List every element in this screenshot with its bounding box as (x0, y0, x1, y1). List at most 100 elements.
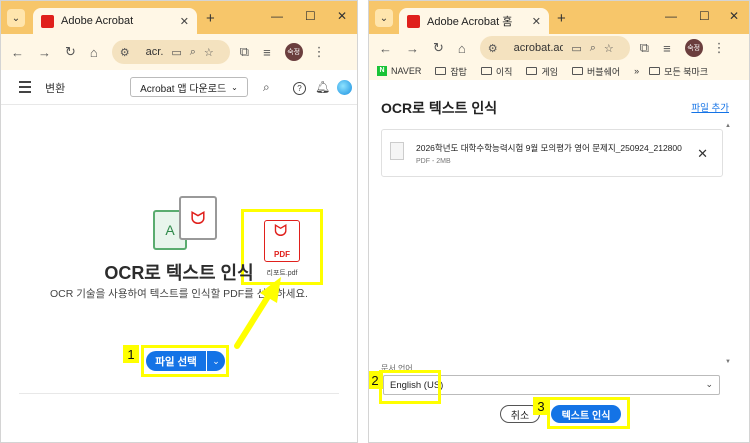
maximize-button[interactable]: ☐ (699, 9, 710, 23)
home-icon[interactable]: ⌂ (90, 45, 98, 60)
select-file-button[interactable]: 파일 선택 (146, 351, 206, 371)
bookmark-all[interactable]: 모든 북마크 (649, 65, 708, 78)
bell-icon[interactable]: 🔔︎ (315, 80, 330, 94)
address-bar[interactable]: ⚙ acr... ▭ ⌕ ☆ (111, 40, 230, 64)
bookmark-folder[interactable]: 게임 (526, 65, 558, 78)
address-bar[interactable]: ⚙ acrobat.ado... ▭ ⌕ ☆ (479, 36, 630, 60)
close-window-button[interactable]: ✕ (337, 9, 347, 23)
page-description: OCR 기술을 사용하여 텍스트를 인식할 PDF를 선택하세요. (50, 288, 308, 300)
download-app-label: Acrobat 앱 다운로드 (140, 83, 227, 95)
bookmarks-bar: N NAVER 잡탑 이직 게임 버블쉐어 » 모든 북마크 (369, 62, 749, 80)
folder-icon (435, 67, 447, 75)
profile-avatar[interactable]: 숙정 (684, 39, 703, 57)
tab-search-button[interactable]: ⌄ (7, 9, 25, 27)
pdf-doc-icon: ᗢ (179, 196, 217, 240)
tab-search-button[interactable]: ⌄ (375, 9, 393, 27)
divider (19, 393, 339, 394)
step-badge-2: 2 (369, 371, 383, 389)
convert-label: 변환 (45, 83, 66, 95)
select-file-dropdown-icon[interactable]: ⌄ (207, 351, 225, 371)
recognize-text-button[interactable]: 텍스트 인식 (551, 405, 621, 423)
more-menu-icon[interactable]: ⋮ (313, 44, 326, 60)
tab-title: Adobe Acrobat (61, 15, 134, 27)
maximize-button[interactable]: ☐ (305, 9, 316, 23)
scroll-down-icon[interactable]: ▼ (725, 359, 731, 365)
new-tab-button[interactable]: + (557, 10, 566, 27)
folder-icon (572, 67, 584, 75)
forward-icon[interactable]: → (38, 45, 51, 60)
bookmark-folder[interactable]: 잡탑 (435, 65, 467, 78)
new-tab-button[interactable]: + (206, 10, 215, 27)
file-list: 2026학년도 대학수학능력시험 9월 모의평가 영어 문제지_250924_2… (375, 123, 731, 369)
browser-toolbar: ← → ↻ ⌂ ⚙ acr... ▭ ⌕ ☆ ⧉ ≡ 숙정 ⋮ (1, 34, 357, 70)
chevron-down-icon: ⌄ (705, 379, 713, 389)
bookmark-naver[interactable]: N NAVER (377, 66, 421, 76)
zoom-icon[interactable]: ⌕ (590, 42, 596, 55)
home-icon[interactable]: ⌂ (458, 41, 466, 56)
reading-list-icon[interactable]: ≡ (663, 41, 671, 56)
reload-icon[interactable]: ↻ (65, 44, 76, 60)
cast-icon[interactable]: ▭ (171, 46, 181, 59)
acrobat-favicon-icon (407, 14, 420, 28)
close-tab-icon[interactable]: ✕ (180, 15, 189, 28)
address-text: acrobat.ado... (513, 42, 564, 54)
reload-icon[interactable]: ↻ (433, 40, 444, 56)
minimize-button[interactable]: — (271, 9, 283, 23)
site-info-icon[interactable]: ⚙ (488, 42, 498, 55)
cast-icon[interactable]: ▭ (571, 42, 581, 55)
bookmark-label: 이직 (495, 66, 513, 77)
tab-adobe-acrobat[interactable]: Adobe Acrobat ✕ (33, 8, 197, 34)
ocr-illustration: A ᗢ (153, 196, 219, 252)
zoom-icon[interactable]: ⌕ (190, 46, 196, 59)
help-icon[interactable]: ? (293, 82, 306, 95)
list-item: 2026학년도 대학수학능력시험 9월 모의평가 영어 문제지_250924_2… (381, 129, 723, 177)
close-tab-icon[interactable]: ✕ (532, 15, 541, 28)
acrobat-symbol-icon: ᗢ (274, 223, 288, 240)
remove-file-icon[interactable]: ✕ (697, 146, 708, 162)
more-menu-icon[interactable]: ⋮ (713, 40, 726, 56)
address-text: acr... (145, 46, 164, 58)
scrollbar[interactable]: ▲ ▼ (725, 123, 731, 369)
reading-list-icon[interactable]: ≡ (263, 45, 271, 60)
step-badge-3: 3 (533, 397, 549, 415)
more-bookmarks-icon[interactable]: » (634, 66, 639, 76)
pdf-file-icon: ᗢ PDF (264, 220, 300, 262)
user-avatar[interactable] (337, 80, 352, 95)
bookmark-star-icon[interactable]: ☆ (204, 46, 214, 59)
scroll-up-icon[interactable]: ▲ (725, 123, 731, 129)
step-badge-1: 1 (123, 345, 139, 363)
pdf-label: PDF (274, 250, 290, 259)
language-highlight (379, 370, 441, 404)
tab-adobe-acrobat-home[interactable]: Adobe Acrobat 홈 ✕ (399, 8, 549, 34)
download-app-button[interactable]: Acrobat 앱 다운로드 ⌄ (130, 77, 248, 97)
minimize-button[interactable]: — (665, 9, 677, 23)
back-icon[interactable]: ← (11, 45, 24, 60)
back-icon[interactable]: ← (379, 41, 392, 56)
tab-strip: ⌄ Adobe Acrobat ✕ + — ☐ ✕ (1, 1, 357, 34)
close-window-button[interactable]: ✕ (729, 9, 739, 23)
forward-icon[interactable]: → (406, 41, 419, 56)
chevron-down-icon: ⌄ (231, 82, 238, 92)
browser-toolbar: ← → ↻ ⌂ ⚙ acrobat.ado... ▭ ⌕ ☆ ⧉ ≡ 숙정 ⋮ (369, 34, 749, 62)
bookmark-folder[interactable]: 버블쉐어 (572, 65, 620, 78)
extensions-icon[interactable]: ⧉ (240, 44, 249, 60)
file-name: 2026학년도 대학수학능력시험 9월 모의평가 영어 문제지_250924_2… (416, 143, 682, 153)
site-info-icon[interactable]: ⚙ (120, 46, 130, 59)
add-file-link[interactable]: 파일 추가 (691, 100, 729, 114)
bookmark-folder[interactable]: 이직 (480, 65, 513, 78)
bookmark-label: 게임 (541, 66, 559, 77)
folder-icon (649, 67, 661, 75)
profile-avatar[interactable]: 숙정 (284, 43, 303, 61)
acrobat-favicon-icon (41, 14, 54, 28)
bookmark-label: 버블쉐어 (587, 66, 621, 77)
extensions-icon[interactable]: ⧉ (640, 40, 649, 56)
bookmark-label: 잡탑 (450, 66, 467, 77)
naver-icon: N (377, 66, 387, 76)
search-icon[interactable]: ⌕ (263, 80, 270, 95)
hamburger-menu-icon[interactable] (19, 81, 31, 96)
bookmark-star-icon[interactable]: ☆ (604, 42, 614, 55)
folder-icon (480, 67, 492, 75)
file-meta: PDF - 2MB (416, 158, 451, 165)
select-file-highlight: 파일 선택 ⌄ (141, 345, 229, 377)
file-thumbnail (390, 142, 404, 160)
